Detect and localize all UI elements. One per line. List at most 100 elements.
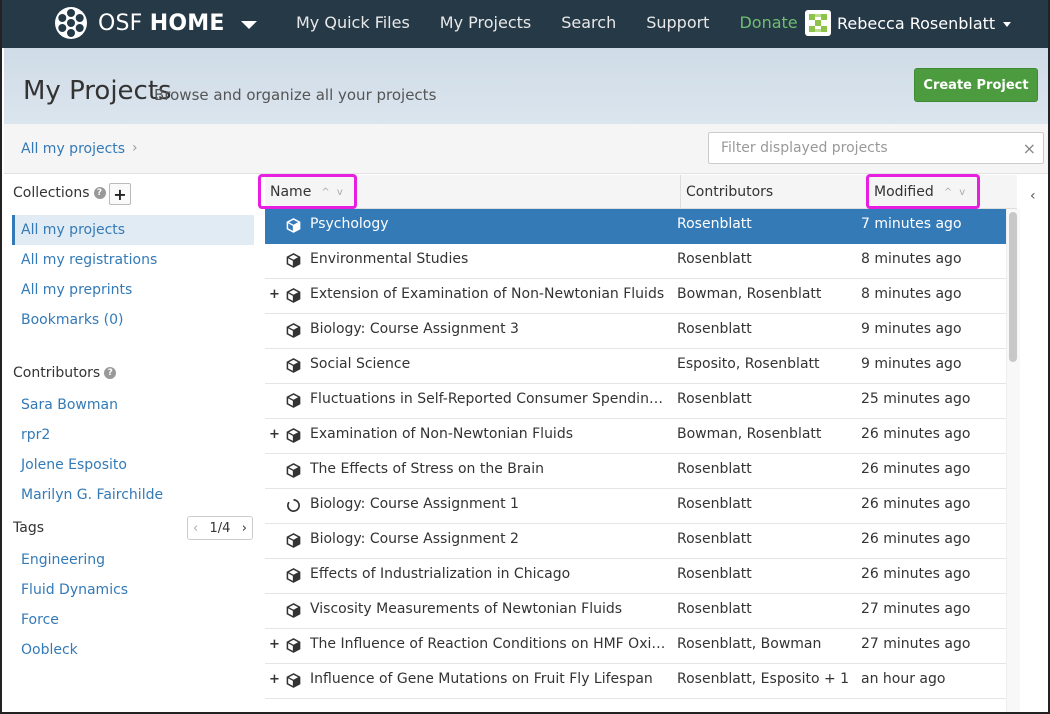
project-contributors: Rosenblatt (677, 461, 752, 477)
breadcrumb-all-my-projects[interactable]: All my projects (21, 141, 125, 157)
table-row[interactable]: Biology: Course Assignment 2 Rosenblatt 26… (265, 524, 1006, 559)
brand-home-menu[interactable]: OSF HOME (54, 6, 257, 40)
project-name[interactable]: Social Science (310, 356, 666, 372)
nav-links: My Quick Files My Projects Search Suppor… (296, 13, 828, 32)
filter-projects-input[interactable] (709, 133, 1009, 163)
project-name[interactable]: Extension of Examination of Non-Newtonia… (310, 286, 666, 302)
highlight-name-sort (258, 174, 357, 209)
table-row[interactable]: + Extension of Examination of Non-Newtoni… (265, 279, 1006, 314)
table-row[interactable]: + Influence of Gene Mutations on Fruit Fl… (265, 664, 1006, 699)
nav-link-search[interactable]: Search (561, 13, 616, 32)
project-name[interactable]: Influence of Gene Mutations on Fruit Fly… (310, 671, 666, 687)
project-modified: 26 minutes ago (861, 461, 971, 477)
tag-fluid-dynamics[interactable]: Fluid Dynamics (12, 575, 254, 605)
pager-next-icon[interactable]: › (242, 521, 247, 536)
nav-link-my-projects[interactable]: My Projects (440, 13, 531, 32)
project-modified: 26 minutes ago (861, 496, 971, 512)
project-contributors: Rosenblatt (677, 251, 752, 267)
sidebar-item-bookmarks[interactable]: Bookmarks (0) (12, 305, 254, 335)
table-row[interactable]: Fluctuations in Self-Reported Consumer S… (265, 384, 1006, 419)
table-row[interactable]: Environmental Studies Rosenblatt 8 minutes… (265, 244, 1006, 279)
project-name[interactable]: The Influence of Reaction Conditions on … (310, 636, 666, 652)
top-navbar: OSF HOME My Quick Files My Projects Sear… (2, 0, 1048, 48)
project-contributors: Rosenblatt (677, 566, 752, 582)
table-row[interactable]: Effects of Industrialization in Chicago R… (265, 559, 1006, 594)
table-row[interactable]: Viscosity Measurements of Newtonian Flui… (265, 594, 1006, 629)
tag-oobleck[interactable]: Oobleck (12, 635, 254, 665)
project-name[interactable]: Effects of Industrialization in Chicago (310, 566, 666, 582)
contributor-rpr2[interactable]: rpr2 (12, 420, 254, 450)
project-name[interactable]: Biology: Course Assignment 3 (310, 321, 666, 337)
table-row[interactable]: Biology: Course Assignment 1 Rosenblatt 26… (265, 489, 1006, 524)
table-row[interactable]: + The Influence of Reaction Conditions on… (265, 629, 1006, 664)
cube-icon (286, 358, 302, 374)
project-modified: 7 minutes ago (861, 216, 962, 232)
tags-pager: ‹ 1/4 › (187, 516, 253, 540)
tag-force[interactable]: Force (12, 605, 254, 635)
collapse-panel-icon[interactable]: ‹ (1030, 188, 1036, 204)
project-name[interactable]: Examination of Non-Newtonian Fluids (310, 426, 666, 442)
project-modified: 27 minutes ago (861, 636, 971, 652)
contributor-marilyn-fairchilde[interactable]: Marilyn G. Fairchilde (12, 480, 254, 510)
project-contributors: Rosenblatt (677, 496, 752, 512)
help-icon[interactable]: ? (104, 367, 117, 379)
expand-toggle[interactable]: + (269, 637, 280, 652)
cube-icon (286, 393, 302, 409)
page-header: My Projects Browse and organize all your… (4, 48, 1048, 124)
help-icon[interactable]: ? (93, 187, 106, 199)
project-name[interactable]: Biology: Course Assignment 2 (310, 531, 666, 547)
nav-link-support[interactable]: Support (646, 13, 709, 32)
brand-text: OSF HOME (98, 10, 225, 36)
add-collection-button[interactable]: + (109, 183, 131, 205)
project-contributors: Rosenblatt (677, 531, 752, 547)
breadcrumb-bar: All my projects › × (4, 124, 1048, 174)
clear-filter-icon[interactable]: × (1023, 139, 1036, 158)
sidebar-item-all-my-projects[interactable]: All my projects (12, 215, 254, 245)
table-row[interactable]: Biology: Course Assignment 3 Rosenblatt 9 … (265, 314, 1006, 349)
project-modified: 8 minutes ago (861, 286, 962, 302)
expand-toggle[interactable]: + (269, 287, 280, 302)
caret-down-icon (1003, 22, 1012, 27)
project-name[interactable]: Environmental Studies (310, 251, 666, 267)
osf-logo-icon (55, 7, 87, 39)
table-row[interactable]: Social Science Esposito, Rosenblatt 9 minu… (265, 349, 1006, 384)
cube-icon (286, 673, 302, 689)
project-name[interactable]: Viscosity Measurements of Newtonian Flui… (310, 601, 666, 617)
expand-toggle[interactable]: + (269, 672, 280, 687)
project-modified: 27 minutes ago (861, 601, 971, 617)
sidebar-item-all-my-preprints[interactable]: All my preprints (12, 275, 254, 305)
project-name[interactable]: Biology: Course Assignment 1 (310, 496, 666, 512)
project-modified: 26 minutes ago (861, 426, 971, 442)
chevron-down-icon (240, 21, 257, 29)
user-menu[interactable]: Rebecca Rosenblatt (805, 10, 1012, 36)
table-row[interactable]: The Effects of Stress on the Brain Rosenb… (265, 454, 1006, 489)
project-modified: an hour ago (861, 671, 946, 687)
nav-link-donate[interactable]: Donate (739, 13, 797, 32)
project-name[interactable]: Psychology (310, 216, 666, 232)
project-modified: 9 minutes ago (861, 356, 962, 372)
project-contributors: Rosenblatt (677, 321, 752, 337)
contributors-heading: Contributors ? (13, 365, 117, 381)
project-name[interactable]: Fluctuations in Self-Reported Consumer S… (310, 391, 666, 407)
collections-heading: Collections ? (13, 185, 106, 201)
nav-link-my-quick-files[interactable]: My Quick Files (296, 13, 410, 32)
create-project-button[interactable]: Create Project (914, 68, 1038, 102)
user-name: Rebecca Rosenblatt (837, 13, 996, 33)
scrollbar-thumb[interactable] (1009, 212, 1017, 362)
table-row[interactable]: Psychology Rosenblatt 7 minutes ago (265, 209, 1006, 244)
contributor-jolene-esposito[interactable]: Jolene Esposito (12, 450, 254, 480)
cube-icon (286, 463, 302, 479)
cube-icon (286, 603, 302, 619)
cube-icon (286, 218, 302, 234)
table-row[interactable]: + Examination of Non-Newtonian Fluids Bowm… (265, 419, 1006, 454)
identicon-icon (809, 14, 827, 32)
pager-prev-icon[interactable]: ‹ (193, 521, 198, 536)
contributor-sara-bowman[interactable]: Sara Bowman (12, 390, 254, 420)
column-divider (680, 175, 681, 209)
project-contributors: Rosenblatt (677, 391, 752, 407)
project-modified: 26 minutes ago (861, 531, 971, 547)
tag-engineering[interactable]: Engineering (12, 545, 254, 575)
project-name[interactable]: The Effects of Stress on the Brain (310, 461, 666, 477)
sidebar-item-all-my-registrations[interactable]: All my registrations (12, 245, 254, 275)
expand-toggle[interactable]: + (269, 427, 280, 442)
